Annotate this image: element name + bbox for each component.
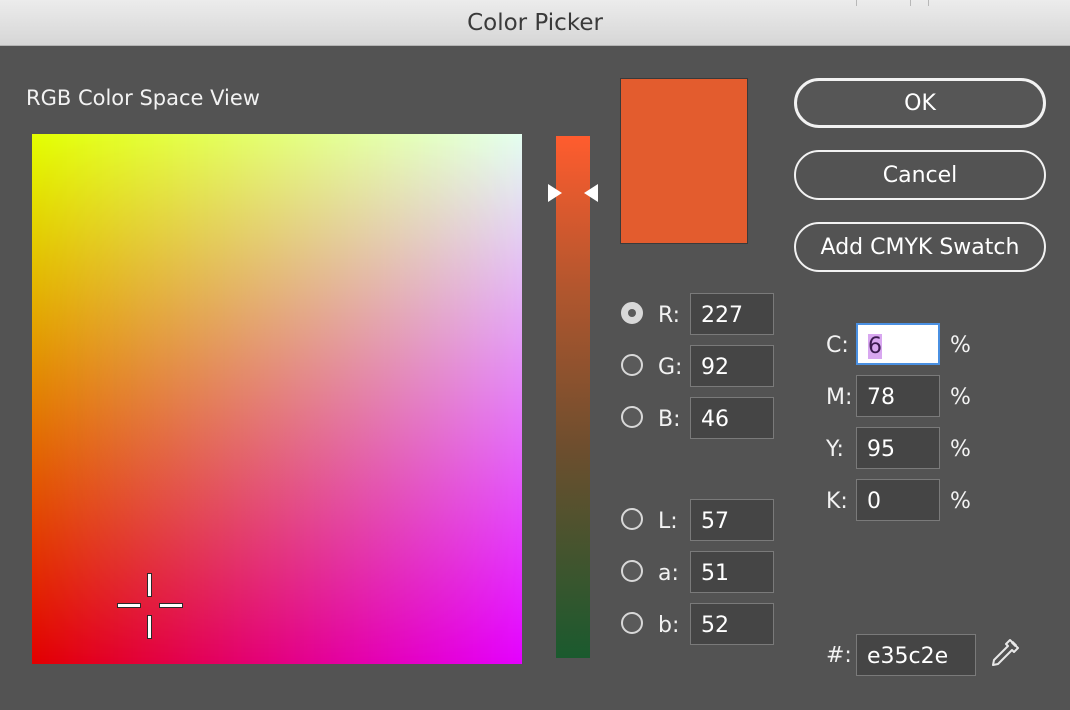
k-input[interactable]: 0 [856,479,940,521]
r-label: R: [658,303,681,328]
b-input[interactable]: 46 [690,397,774,439]
l-label: L: [658,509,678,534]
y-input[interactable]: 95 [856,427,940,469]
c-label: C: [826,333,849,358]
l-input[interactable]: 57 [690,499,774,541]
eyedropper-icon[interactable] [986,636,1022,672]
radio-lab-b[interactable] [621,612,643,634]
g-input[interactable]: 92 [690,345,774,387]
color-slider[interactable] [556,136,590,658]
title-bar: Color Picker [0,0,1070,46]
m-label: M: [826,385,853,410]
radio-b[interactable] [621,406,643,428]
color-preview-swatch [620,78,748,244]
radio-r[interactable] [621,302,643,324]
hex-input[interactable]: e35c2e [856,634,976,676]
y-unit: % [950,437,971,462]
g-label: G: [658,355,683,380]
radio-g[interactable] [621,354,643,376]
window-title: Color Picker [467,10,603,36]
a-label: a: [658,561,679,586]
hex-label: #: [826,643,852,668]
cancel-button[interactable]: Cancel [794,150,1046,200]
radio-l[interactable] [621,508,643,530]
slider-handle-right[interactable] [584,184,598,202]
radio-a[interactable] [621,560,643,582]
m-input[interactable]: 78 [856,375,940,417]
c-input-value: 6 [868,334,882,359]
r-input[interactable]: 227 [690,293,774,335]
color-field-crosshair[interactable] [118,574,182,638]
color-space-label: RGB Color Space View [26,86,260,110]
m-unit: % [950,385,971,410]
add-cmyk-swatch-button[interactable]: Add CMYK Swatch [794,222,1046,272]
lab-b-input[interactable]: 52 [690,603,774,645]
b-label: B: [658,407,681,432]
a-input[interactable]: 51 [690,551,774,593]
titlebar-divider [928,0,929,6]
titlebar-divider [910,0,911,6]
k-unit: % [950,489,971,514]
color-field-gradient [32,134,522,664]
color-field[interactable] [32,134,522,664]
titlebar-divider [856,0,857,6]
c-input[interactable]: 6 [856,323,940,365]
c-unit: % [950,333,971,358]
slider-handle-left[interactable] [548,184,562,202]
ok-button[interactable]: OK [794,78,1046,128]
k-label: K: [826,489,848,514]
lab-b-label: b: [658,613,680,638]
y-label: Y: [826,437,844,462]
